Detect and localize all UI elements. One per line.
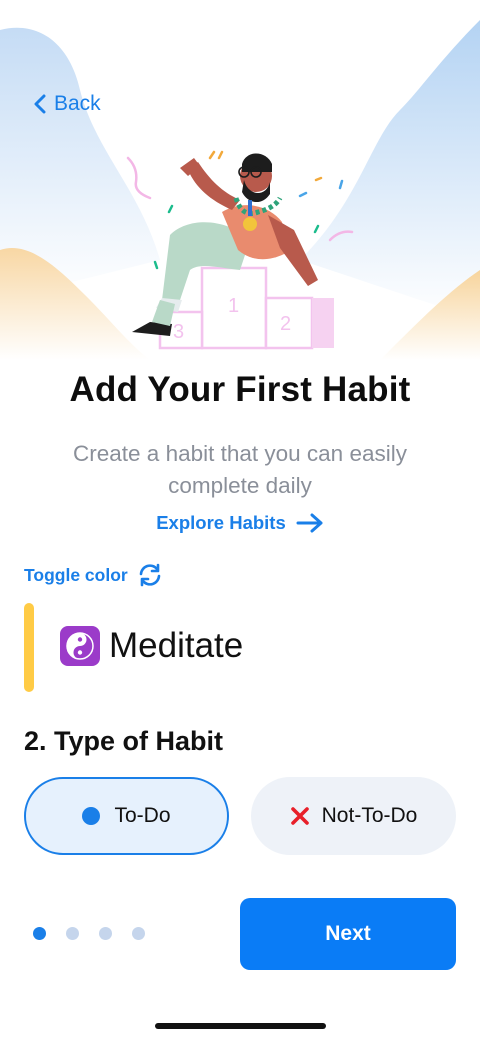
page-indicator <box>33 927 165 940</box>
podium-label: 3 <box>173 321 184 343</box>
podium-label: 1 <box>228 295 239 317</box>
page-dot <box>132 927 145 940</box>
toggle-color-button[interactable]: Toggle color <box>24 563 163 587</box>
not-todo-option[interactable]: Not-To-Do <box>251 777 456 855</box>
yin-yang-icon[interactable] <box>60 626 100 666</box>
selected-dot-icon <box>82 807 101 825</box>
hero-illustration: 3 1 2 <box>0 20 480 360</box>
habit-name: Meditate <box>109 626 244 665</box>
todo-option[interactable]: To-Do <box>24 777 229 855</box>
page-dot <box>66 927 79 940</box>
home-indicator[interactable] <box>155 1023 326 1029</box>
cloud-right <box>300 20 480 320</box>
arrow-right-icon <box>296 513 323 533</box>
habit-type-heading: 2. Type of Habit <box>24 726 224 756</box>
not-todo-label: Not-To-Do <box>321 804 418 827</box>
habit-name-field[interactable]: Meditate <box>60 626 243 666</box>
cross-icon <box>290 806 310 826</box>
back-button[interactable]: Back <box>34 92 101 116</box>
explore-habits-label: Explore Habits <box>156 512 286 533</box>
habit-color-bar <box>24 603 34 692</box>
podium-label: 2 <box>280 313 291 335</box>
todo-label: To-Do <box>114 804 171 827</box>
refresh-icon <box>139 563 161 587</box>
explore-habits-link[interactable]: Explore Habits <box>0 512 480 534</box>
back-label: Back <box>54 92 101 115</box>
page-dot-active <box>33 927 46 940</box>
page-subtitle: Create a habit that you can easily compl… <box>73 441 407 498</box>
chevron-left-icon <box>34 94 46 114</box>
next-button[interactable]: Next <box>240 898 456 970</box>
toggle-color-label: Toggle color <box>24 564 128 585</box>
page-dot <box>99 927 112 940</box>
page-title: Add Your First Habit <box>69 370 411 409</box>
